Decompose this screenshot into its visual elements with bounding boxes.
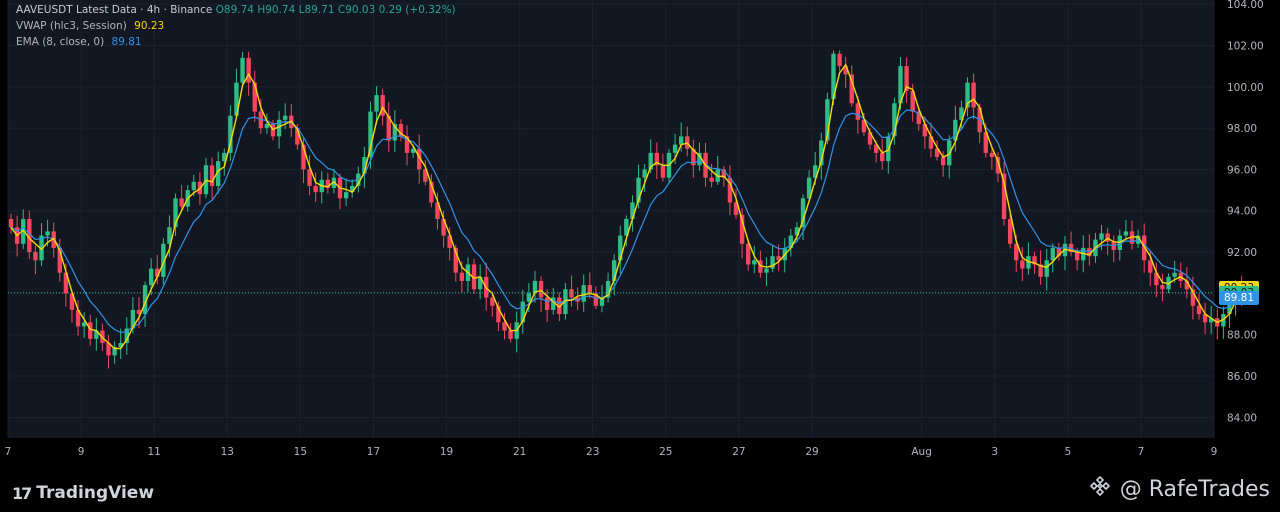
x-tick-label: 15 xyxy=(294,446,307,458)
candle-body xyxy=(1099,233,1104,240)
symbol-title[interactable]: AAVEUSDT Latest Data · 4h · Binance xyxy=(16,4,212,16)
candle-body xyxy=(752,260,757,265)
candle-body xyxy=(1160,285,1165,290)
candle-body xyxy=(282,115,288,120)
legend: AAVEUSDT Latest Data · 4h · Binance O89.… xyxy=(16,2,456,50)
candle-body xyxy=(88,322,93,339)
tradingview-logo-icon: 17 xyxy=(12,483,32,503)
candle-body xyxy=(1172,272,1177,277)
candle-body xyxy=(538,280,544,298)
x-tick-label: 21 xyxy=(513,446,526,458)
x-tick-label: Aug xyxy=(911,446,932,458)
candle-body xyxy=(1020,260,1025,269)
candle-body xyxy=(459,272,465,281)
watermark-text: @ RafeTrades xyxy=(1119,476,1270,502)
candle-body xyxy=(209,165,215,186)
candle-body xyxy=(191,181,197,191)
candle-body xyxy=(581,285,586,302)
candle-body xyxy=(508,330,513,339)
candle-body xyxy=(33,252,38,261)
candle-body xyxy=(678,136,684,145)
candle-body xyxy=(148,268,154,286)
ema-label: EMA (8, close, 0) xyxy=(16,36,105,48)
candle-body xyxy=(313,185,318,193)
footer: 17 TradingView @ RafeTrades xyxy=(0,468,1280,512)
candle-body xyxy=(709,177,714,182)
tradingview-wordmark: TradingView xyxy=(36,483,155,503)
x-tick-label: 19 xyxy=(440,446,453,458)
y-tick-label: 100.00 xyxy=(1227,82,1264,94)
candle-body xyxy=(642,169,647,178)
y-tick-label: 86.00 xyxy=(1227,371,1257,383)
candle-body xyxy=(940,157,946,166)
y-tick-label: 92.00 xyxy=(1227,247,1257,259)
x-tick-label: 7 xyxy=(5,446,12,458)
price-chart[interactable]: 104.00 102.00 100.00 98.00 96.00 94.00 92.00 90… xyxy=(0,0,1280,468)
candle-body xyxy=(45,231,50,236)
vwap-value: 90.23 xyxy=(134,20,165,32)
candle-body xyxy=(1123,231,1129,236)
candle-body xyxy=(1044,260,1049,277)
plot-area[interactable] xyxy=(8,0,1214,438)
candle-body xyxy=(264,123,270,129)
author-watermark: @ RafeTrades xyxy=(1088,474,1270,504)
candle-body xyxy=(746,243,751,265)
ema-value: 89.81 xyxy=(111,36,142,48)
y-tick-label: 96.00 xyxy=(1227,164,1257,176)
vwap-label: VWAP (hlc3, Session) xyxy=(16,20,127,32)
candle-body xyxy=(1074,252,1080,261)
x-tick-label: 17 xyxy=(367,446,380,458)
candle-body xyxy=(1050,247,1055,261)
candle-body xyxy=(179,198,184,207)
candle-body xyxy=(343,192,349,199)
candle-body xyxy=(672,144,678,153)
ema-price-badge: 89.81 xyxy=(1219,291,1259,306)
candle-body xyxy=(374,95,379,112)
candle-body xyxy=(544,297,550,310)
x-tick-label: 23 xyxy=(586,446,599,458)
candle-body xyxy=(880,152,885,162)
tradingview-logo[interactable]: 17 TradingView xyxy=(12,483,155,503)
y-tick-label: 94.00 xyxy=(1227,206,1257,218)
x-tick-label: 3 xyxy=(991,446,998,458)
x-tick-label: 11 xyxy=(147,446,160,458)
candle-body xyxy=(8,219,14,228)
y-tick-label: 104.00 xyxy=(1227,0,1264,11)
x-tick-label: 29 xyxy=(805,446,818,458)
y-tick-label: 102.00 xyxy=(1227,40,1264,52)
x-tick-label: 25 xyxy=(659,446,672,458)
binance-diamond-icon xyxy=(1088,474,1112,504)
candle-body xyxy=(1001,173,1007,219)
y-tick-label: 88.00 xyxy=(1227,330,1257,342)
x-tick-label: 9 xyxy=(78,446,85,458)
x-tick-label: 9 xyxy=(1211,446,1218,458)
legend-symbol-row: AAVEUSDT Latest Data · 4h · Binance O89.… xyxy=(16,2,456,18)
x-tick-label: 27 xyxy=(732,446,745,458)
candle-body xyxy=(587,285,592,294)
candle-body xyxy=(660,165,666,178)
legend-ema-row[interactable]: EMA (8, close, 0) 89.81 xyxy=(16,34,456,50)
candle-body xyxy=(989,152,995,158)
candle-body xyxy=(252,82,257,112)
candle-body xyxy=(526,293,532,302)
y-tick-label: 84.00 xyxy=(1227,412,1257,424)
candle-body xyxy=(971,82,976,108)
candle-body xyxy=(837,53,842,67)
x-tick-label: 7 xyxy=(1138,446,1145,458)
candle-body xyxy=(630,202,635,219)
x-tick-label: 5 xyxy=(1064,446,1071,458)
candle-body xyxy=(764,268,769,273)
candle-body xyxy=(569,289,574,298)
x-tick-label: 13 xyxy=(221,446,234,458)
legend-vwap-row[interactable]: VWAP (hlc3, Session) 90.23 xyxy=(16,18,456,34)
candle-body xyxy=(246,57,251,83)
ohlc-readout: O89.74 H90.74 L89.71 C90.03 0.29 (+0.32%… xyxy=(215,4,456,16)
y-tick-label: 98.00 xyxy=(1227,123,1257,135)
candle-body xyxy=(240,57,245,83)
